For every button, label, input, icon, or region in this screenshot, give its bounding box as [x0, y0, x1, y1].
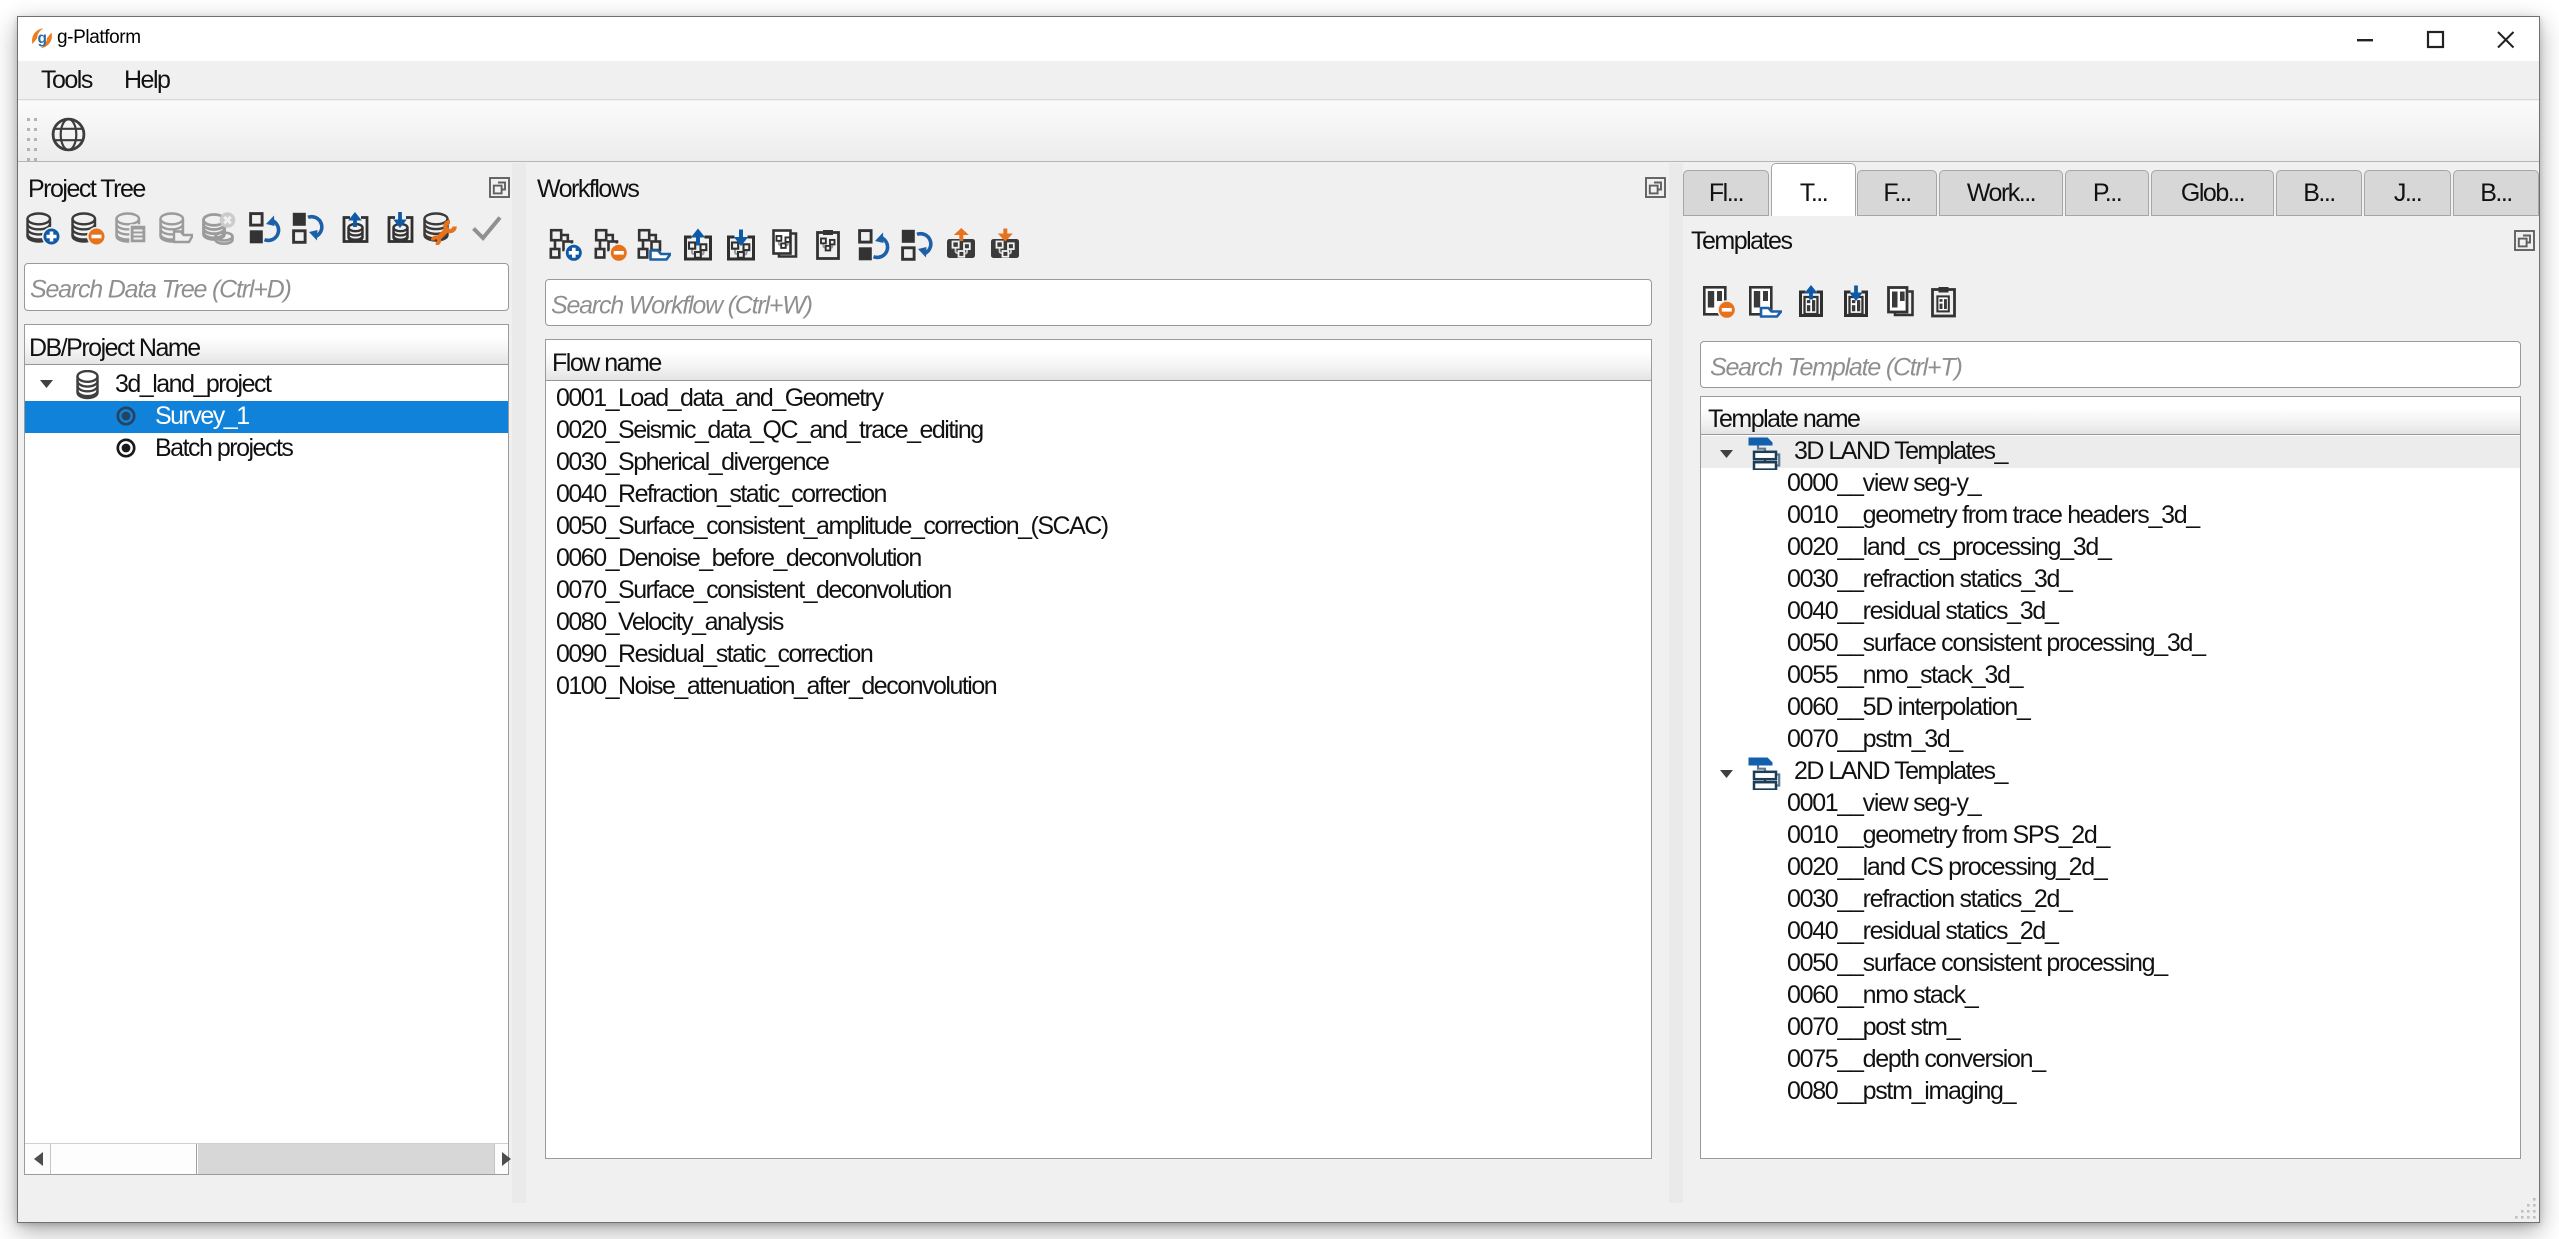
svg-text:g: g — [37, 30, 46, 47]
